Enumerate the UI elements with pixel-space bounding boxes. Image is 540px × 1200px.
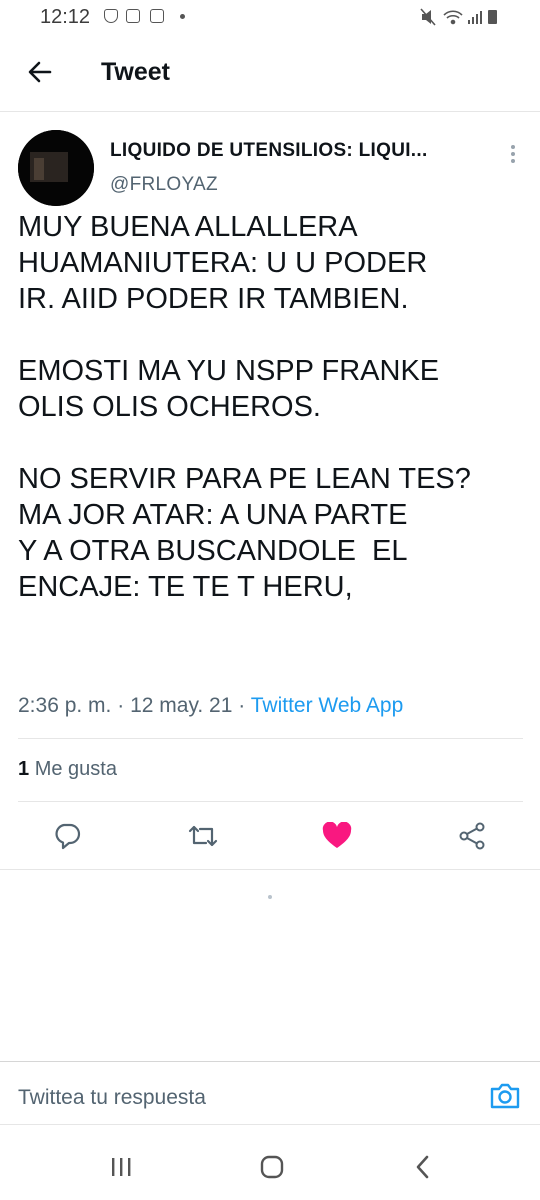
author-name[interactable]: LIQUIDO DE UTENSILIOS: LIQUI... [110,140,490,162]
tweet-metadata: 2:36 p. m. · 12 may. 21 · Twitter Web Ap… [18,694,403,718]
tweet-line: NO SERVIR PARA PE LEAN TES? [18,463,471,495]
divider [18,738,523,739]
likes-count[interactable]: 1 Me gusta [18,758,117,781]
heart-icon [322,822,352,848]
tweet-line: OLIS OLIS OCHEROS. [18,391,321,423]
camera-icon[interactable] [488,1079,522,1113]
back-button[interactable] [403,1147,443,1187]
recent-apps-button[interactable] [101,1147,141,1187]
system-navigation-bar [0,1125,540,1200]
home-button[interactable] [252,1147,292,1187]
retweet-button[interactable] [183,816,223,856]
cast-icon [150,9,164,23]
system-tray-icons [420,8,497,26]
like-count-value: 1 [18,758,30,780]
divider [0,869,540,870]
signal-icon [468,11,482,24]
tweet-line: Y A OTRA BUSCANDOLE EL [18,535,408,567]
share-button[interactable] [452,816,492,856]
like-button[interactable] [317,816,357,856]
tweet-line: ENCAJE: TE TE T HERU, [18,571,353,603]
home-icon [260,1155,284,1179]
author-handle[interactable]: @FRLOYAZ [110,174,218,196]
battery-icon [488,10,497,24]
reply-button[interactable] [47,816,87,856]
back-arrow-icon[interactable] [24,56,56,88]
notification-dot-icon [180,14,185,19]
gallery-icon [126,9,140,23]
reply-input[interactable]: Twittea tu respuesta [18,1086,206,1110]
top-app-bar: Tweet [0,34,540,112]
page-title: Tweet [101,58,170,86]
reply-icon [55,823,81,850]
tweet-line: MA JOR ATAR: A UNA PARTE [18,499,408,531]
tweet-time: 2:36 p. m. [18,694,112,717]
shield-icon [104,9,118,23]
retweet-icon [188,825,218,847]
reply-bar: Twittea tu respuesta [0,1061,540,1125]
tweet-line: EMOSTI MA YU NSPP FRANKE [18,355,440,387]
tweet-actions [0,816,540,856]
loading-indicator [268,895,272,899]
meta-separator: · [238,694,246,717]
tweet-line: HUAMANIUTERA: U U PODER [18,247,428,279]
share-icon [459,822,485,850]
tweet-source-link[interactable]: Twitter Web App [251,694,404,717]
tweet-line: IR. AIID PODER IR TAMBIEN. [18,283,409,315]
tweet-line: MUY BUENA ALLALLERA [18,211,358,243]
recent-apps-icon [112,1158,131,1176]
tweet-text: MUY BUENA ALLALLERA HUAMANIUTERA: U U PO… [18,209,523,605]
mute-icon [420,8,436,26]
like-count-label: Me gusta [34,758,117,780]
divider [18,801,523,802]
more-options-icon[interactable] [503,142,523,166]
avatar[interactable] [18,130,94,206]
wifi-icon [443,10,463,25]
back-icon [416,1155,429,1179]
status-bar: 12:12 [0,0,540,34]
tweet-date: 12 may. 21 [130,694,233,717]
status-time: 12:12 [40,6,91,28]
avatar-image [18,130,94,206]
meta-separator: · [117,694,125,717]
